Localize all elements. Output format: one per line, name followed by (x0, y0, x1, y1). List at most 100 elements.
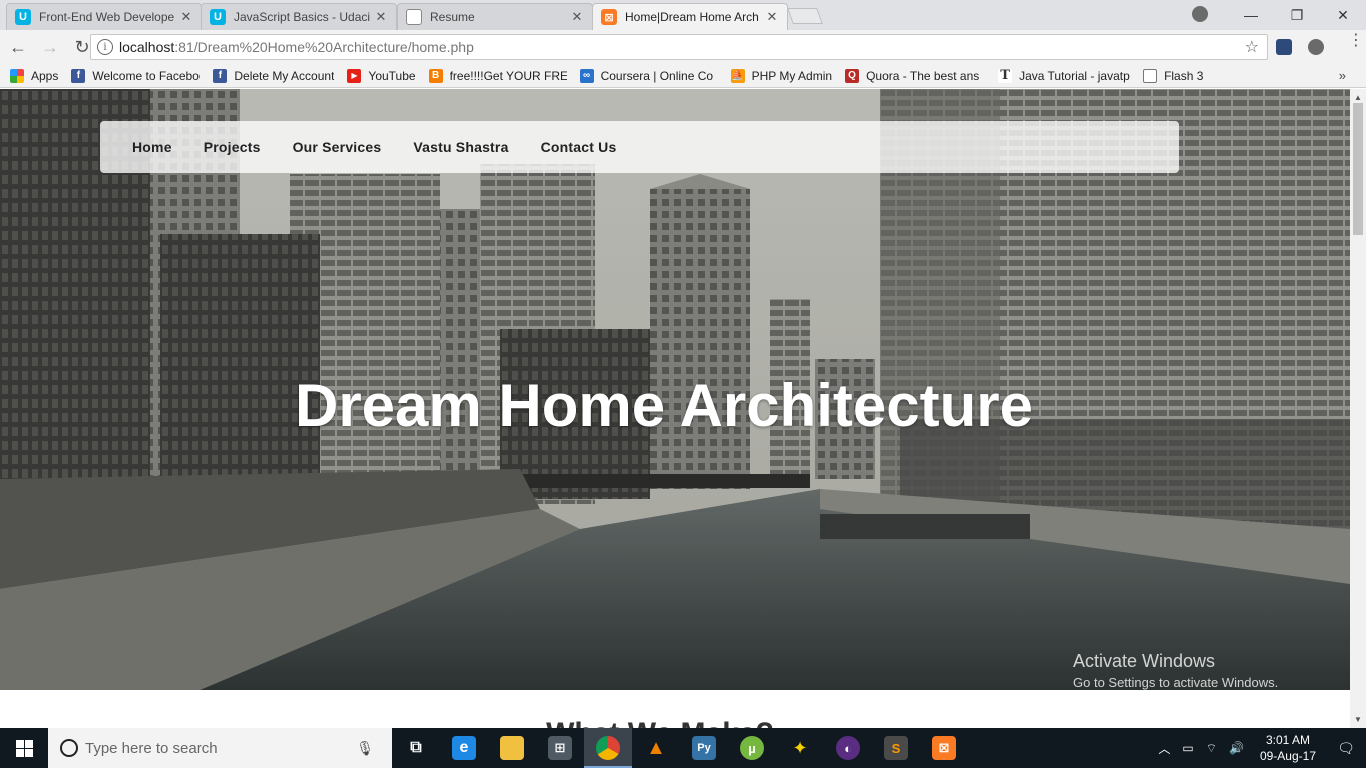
scroll-down-arrow-icon[interactable]: ▼ (1354, 715, 1362, 724)
xampp-icon[interactable]: ⊠ (920, 728, 968, 768)
scroll-up-arrow-icon[interactable]: ▲ (1354, 93, 1362, 102)
bookmark-quora[interactable]: Q Quora - The best ans (845, 68, 985, 83)
sublime-icon[interactable]: S (872, 728, 920, 768)
nav-home-link[interactable]: Home (132, 139, 172, 155)
udacity-icon: U (210, 9, 226, 25)
bookmark-youtube[interactable]: ▶ YouTube (347, 68, 416, 83)
quora-icon: Q (845, 68, 860, 83)
tab-close-icon[interactable]: ✕ (765, 9, 779, 25)
bookmark-flash[interactable]: Flash 3 (1143, 68, 1204, 83)
vlc-icon[interactable]: ▲ (632, 728, 680, 768)
nav-services-link[interactable]: Our Services (293, 139, 382, 155)
bookmark-label: Welcome to Faceboo (92, 68, 201, 83)
eclipse-icon[interactable]: ◐ (824, 728, 872, 768)
bookmark-free[interactable]: B free!!!!Get YOUR FRE (428, 68, 567, 83)
activate-windows-watermark: Activate Windows Go to Settings to activ… (1073, 651, 1278, 690)
minimize-button[interactable]: — (1228, 0, 1274, 30)
tab-javascript-basics[interactable]: U JavaScript Basics - Udaci ✕ (201, 3, 397, 30)
bookmark-label: YouTube (368, 68, 416, 83)
tab-close-icon[interactable]: ✕ (570, 9, 584, 25)
wifi-icon[interactable]: ⌔ (1206, 741, 1217, 756)
hero-section: Home Projects Our Services Vastu Shastra… (0, 89, 1350, 690)
bookmark-label: Coursera | Online Co (600, 68, 714, 83)
bookmark-apps[interactable]: Apps (10, 68, 59, 83)
bookmark-coursera[interactable]: ∞ Coursera | Online Co (579, 68, 718, 83)
tab-dream-home[interactable]: ⊠ Home|Dream Home Arch ✕ (592, 3, 788, 30)
xampp-icon: ⊠ (601, 9, 617, 25)
section-heading: What We Make? (0, 717, 1350, 728)
action-center-icon[interactable]: 🗨 (1326, 740, 1366, 757)
extension-icon[interactable] (1276, 39, 1292, 55)
edge-icon[interactable]: e (440, 728, 488, 768)
system-tray: ︿ ▭ ⌔ 🔊 3:01 AM 09-Aug-17 🗨 (1152, 728, 1366, 768)
utorrent-icon[interactable]: µ (728, 728, 776, 768)
tab-title: JavaScript Basics - Udaci (234, 10, 371, 24)
tab-close-icon[interactable]: ✕ (179, 9, 193, 25)
cortana-icon (60, 739, 78, 757)
document-icon (1143, 68, 1158, 83)
more-bookmarks-icon[interactable]: » (1339, 68, 1346, 83)
battery-icon[interactable]: ▭ (1182, 741, 1193, 755)
address-bar[interactable]: i localhost:81/Dream%20Home%20Architectu… (90, 34, 1268, 60)
tab-title: Front-End Web Develope (39, 10, 175, 24)
tab-title: Home|Dream Home Arch (625, 10, 759, 24)
back-button[interactable]: ← (4, 33, 32, 61)
hero-title: Dream Home Architecture (294, 372, 1034, 439)
volume-icon[interactable]: 🔊 (1229, 741, 1244, 755)
bookmark-java-tutorial[interactable]: T Java Tutorial - javatp (998, 68, 1130, 83)
browser-menu-icon[interactable]: ⋮ (1348, 33, 1364, 49)
magic-wand-icon[interactable]: ✦ (776, 728, 824, 768)
bookmark-phpmyadmin[interactable]: ⛵ PHP My Admin (730, 68, 833, 83)
python-icon[interactable]: Py (680, 728, 728, 768)
bookmark-label: Apps (31, 68, 59, 83)
phpmyadmin-icon: ⛵ (730, 68, 745, 83)
taskbar-search-input[interactable]: Type here to search 🎙 (48, 728, 392, 768)
microphone-icon[interactable]: 🎙 (356, 740, 374, 757)
bookmark-label: free!!!!Get YOUR FRE (449, 68, 567, 83)
extension-icon[interactable] (1308, 39, 1324, 55)
browser-toolbar: ← → ↻ i localhost:81/Dream%20Home%20Arch… (0, 30, 1366, 64)
bookmark-star-icon[interactable]: ☆ (1245, 37, 1259, 57)
file-explorer-icon[interactable] (488, 728, 536, 768)
bookmarks-bar: Apps f Welcome to Faceboo f Delete My Ac… (0, 64, 1366, 88)
task-view-icon[interactable]: ⧉ (392, 728, 440, 768)
scrollbar-thumb[interactable] (1353, 103, 1363, 235)
document-icon (406, 9, 422, 25)
nav-projects-link[interactable]: Projects (204, 139, 261, 155)
show-hidden-icons-chevron-icon[interactable]: ︿ (1158, 740, 1170, 757)
chrome-icon[interactable] (584, 728, 632, 768)
bookmark-label: PHP My Admin (751, 68, 833, 83)
profile-icon[interactable] (1192, 6, 1208, 22)
tab-front-end[interactable]: U Front-End Web Develope ✕ (6, 3, 202, 30)
url-path: :81/Dream%20Home%20Architecture/home.php (174, 39, 474, 55)
site-navbar: Home Projects Our Services Vastu Shastra… (100, 121, 1179, 173)
page-scrollbar[interactable]: ▲ ▼ (1350, 89, 1366, 728)
bookmark-facebook[interactable]: f Welcome to Faceboo (71, 68, 201, 83)
nav-contact-link[interactable]: Contact Us (541, 139, 617, 155)
store-icon[interactable]: ⊞ (536, 728, 584, 768)
tab-close-icon[interactable]: ✕ (374, 9, 388, 25)
bookmark-label: Delete My Account (234, 68, 335, 83)
windows-logo-icon (15, 739, 33, 757)
watermark-line-1: Activate Windows (1073, 651, 1216, 671)
window-controls: — ❐ ✕ (1228, 0, 1366, 30)
system-clock[interactable]: 3:01 AM 09-Aug-17 (1260, 732, 1316, 764)
new-tab-button[interactable] (787, 8, 823, 24)
nav-vastu-shastra-link[interactable]: Vastu Shastra (413, 139, 508, 155)
tab-strip: U Front-End Web Develope ✕ U JavaScript … (0, 0, 1366, 30)
page-viewport: Home Projects Our Services Vastu Shastra… (0, 89, 1350, 728)
start-button[interactable] (0, 728, 48, 768)
close-window-button[interactable]: ✕ (1320, 0, 1366, 30)
search-placeholder: Type here to search (85, 739, 218, 757)
site-info-icon[interactable]: i (97, 39, 113, 55)
restore-button[interactable]: ❐ (1274, 0, 1320, 30)
bookmark-label: Flash 3 (1164, 68, 1204, 83)
forward-button[interactable]: → (36, 33, 64, 61)
clock-date: 09-Aug-17 (1259, 749, 1316, 763)
facebook-icon: f (71, 68, 86, 83)
facebook-icon: f (213, 68, 228, 83)
bookmark-delete-account[interactable]: f Delete My Account (213, 68, 335, 83)
javatpoint-icon: T (998, 68, 1013, 83)
tab-resume[interactable]: Resume ✕ (397, 3, 593, 30)
url-host: localhost (119, 39, 175, 55)
